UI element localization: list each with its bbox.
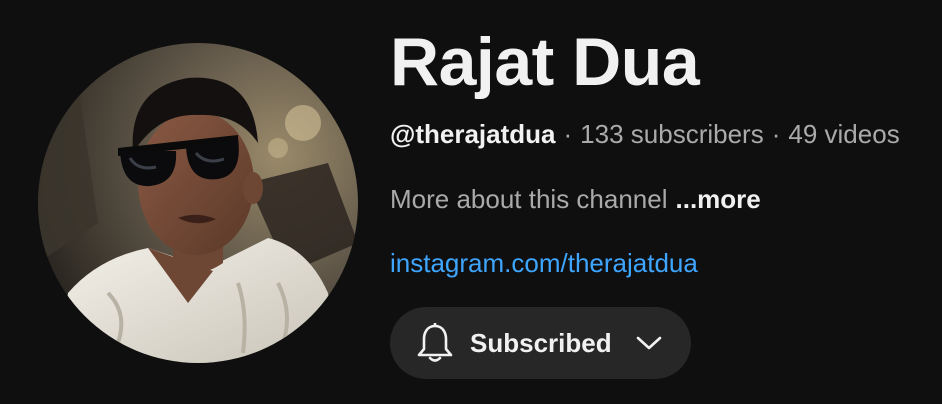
video-count: 49 videos (788, 119, 900, 149)
meta-separator: · (771, 119, 781, 149)
bell-icon (416, 322, 454, 364)
channel-description[interactable]: More about this channel ...more (390, 182, 761, 216)
more-link[interactable]: ...more (676, 184, 761, 214)
description-text: More about this channel (390, 184, 668, 214)
chevron-down-icon (636, 335, 662, 351)
subscribed-button[interactable]: Subscribed (390, 307, 691, 379)
meta-separator: · (563, 119, 573, 149)
channel-avatar[interactable] (38, 43, 358, 363)
channel-handle[interactable]: @therajatdua (390, 119, 556, 149)
instagram-link[interactable]: instagram.com/therajatdua (390, 246, 698, 280)
avatar-photo (38, 43, 358, 363)
subscriber-count: 133 subscribers (580, 119, 764, 149)
channel-meta: @therajatdua · 133 subscribers · 49 videos (390, 117, 900, 151)
subscribed-label: Subscribed (470, 327, 612, 358)
channel-name: Rajat Dua (390, 24, 700, 100)
